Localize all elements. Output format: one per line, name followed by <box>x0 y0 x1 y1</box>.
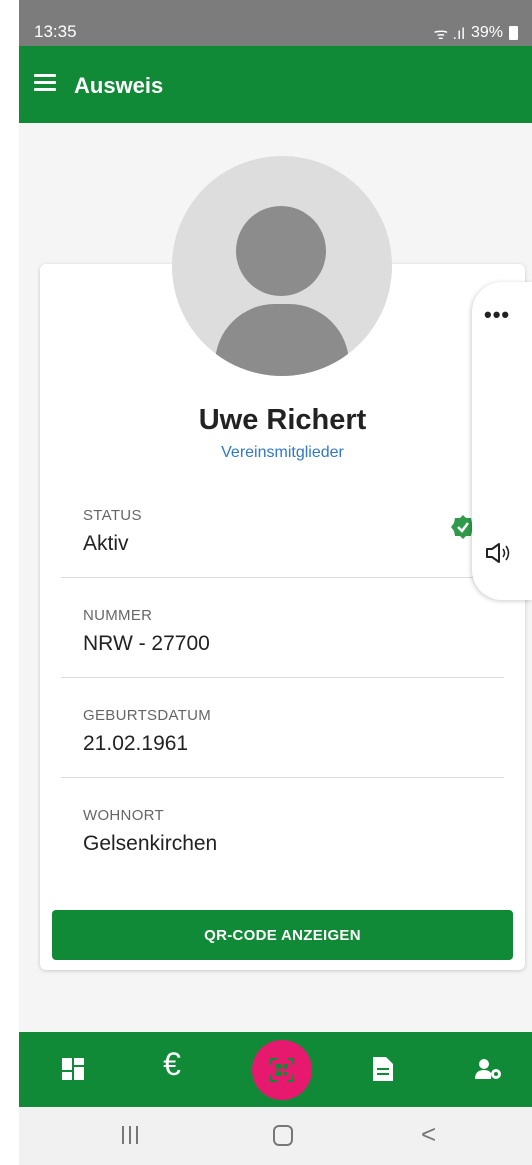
field-value: 21.02.1961 <box>83 732 189 755</box>
recent-apps-icon[interactable] <box>122 1126 140 1146</box>
field-label: GEBURTSDATUM <box>83 707 212 724</box>
document-icon[interactable] <box>368 1054 398 1084</box>
status-indicators: ᯤ .ıl 39% <box>433 22 518 44</box>
battery-percent: 39% <box>470 24 503 41</box>
user-settings-icon[interactable] <box>473 1054 503 1084</box>
member-name: Uwe Richert <box>198 404 367 436</box>
field-number: NUMMER NRW - 27700 <box>61 607 504 707</box>
field-value: Aktiv <box>83 532 129 555</box>
page-title: Ausweis <box>74 73 164 98</box>
divider <box>61 577 504 578</box>
back-icon[interactable]: < <box>421 1119 436 1150</box>
qr-code-icon[interactable] <box>252 1040 312 1100</box>
app-bar: Ausweis <box>19 46 532 123</box>
field-label: WOHNORT <box>83 807 164 824</box>
divider <box>61 777 504 778</box>
status-time: 13:35 <box>34 22 77 41</box>
system-navigation-bar: < <box>19 1107 532 1165</box>
floating-side-panel: ••• <box>472 282 532 600</box>
phone-screen: 13:35 ᯤ .ıl 39% Ausweis Uwe Richert Vere… <box>19 0 532 1165</box>
battery-icon <box>509 26 518 40</box>
dashboard-icon[interactable] <box>58 1054 88 1084</box>
hamburger-menu-icon[interactable] <box>34 74 56 92</box>
show-qr-code-button[interactable]: QR-CODE ANZEIGEN <box>52 910 513 960</box>
member-group: Vereinsmitglieder <box>221 444 344 461</box>
signal-icon: ᯤ .ıl <box>433 26 465 43</box>
status-bar: 13:35 ᯤ .ıl 39% <box>19 0 532 46</box>
field-value: Gelsenkirchen <box>83 832 218 855</box>
home-icon[interactable] <box>273 1125 293 1146</box>
speaker-icon[interactable] <box>484 540 514 566</box>
field-status: STATUS Aktiv <box>61 507 504 607</box>
field-label: STATUS <box>83 507 142 524</box>
divider <box>61 677 504 678</box>
euro-icon[interactable]: € <box>157 1046 187 1082</box>
field-value: NRW - 27700 <box>83 632 210 655</box>
more-options-icon[interactable]: ••• <box>484 302 510 328</box>
person-placeholder-icon <box>236 206 326 296</box>
field-label: NUMMER <box>83 607 153 624</box>
avatar <box>172 156 392 376</box>
field-birthdate: GEBURTSDATUM 21.02.1961 <box>61 707 504 807</box>
bottom-navigation: € <box>19 1032 532 1107</box>
field-residence: WOHNORT Gelsenkirchen <box>61 807 504 907</box>
